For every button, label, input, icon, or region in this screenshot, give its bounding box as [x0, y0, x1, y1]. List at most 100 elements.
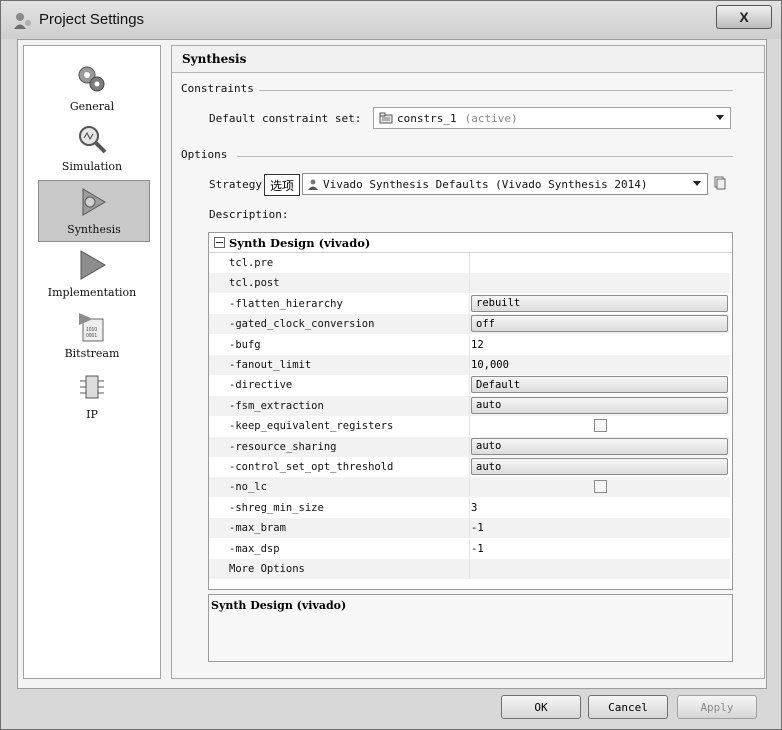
project-settings-window: Project Settings X General Simulation Sy… [0, 0, 782, 730]
option-value-text[interactable]: -1 [471, 522, 484, 534]
window-title: Project Settings [39, 11, 145, 28]
option-value-dropdown[interactable]: rebuilt [471, 294, 728, 312]
option-name: -bufg [229, 338, 261, 351]
table-row[interactable]: -resource_sharing auto [209, 436, 730, 457]
default-constraint-label: Default constraint set: [209, 112, 362, 125]
option-value-cell [469, 334, 730, 355]
option-value-cell [469, 253, 730, 273]
chevron-down-icon [693, 181, 701, 186]
table-row[interactable]: -no_lc [209, 477, 730, 498]
option-value-cell [469, 518, 730, 539]
constraint-set-status: (active) [464, 111, 518, 125]
sidebar-item-synthesis[interactable]: Synthesis [38, 180, 150, 242]
table-group-header[interactable]: Synth Design (vivado) [209, 233, 732, 253]
close-button[interactable]: X [716, 5, 772, 29]
sidebar-item-label: General [69, 100, 115, 113]
table-row[interactable]: -gated_clock_conversion off [209, 314, 730, 335]
option-name: -shreg_min_size [229, 501, 324, 514]
copy-strategy-icon[interactable] [714, 176, 726, 190]
option-value-dropdown[interactable]: Default [471, 376, 728, 394]
constraints-section-title: Constraints [181, 82, 254, 95]
table-row[interactable]: -max_dsp -1 [209, 538, 730, 559]
option-description-box: Synth Design (vivado) [208, 594, 733, 662]
option-value-text[interactable]: 3 [471, 502, 477, 514]
options-divider [237, 156, 733, 157]
sidebar-item-implementation[interactable]: Implementation [24, 244, 160, 299]
option-name: -control_set_opt_threshold [229, 461, 394, 473]
option-value-cell [469, 273, 730, 294]
option-name: -keep_equivalent_registers [229, 420, 394, 433]
sidebar-item-label: Simulation [61, 160, 123, 173]
option-name: -no_lc [229, 481, 267, 494]
options-section-title: Options [181, 148, 228, 161]
strategy-icon [308, 179, 318, 190]
constraint-set-dropdown[interactable]: constrs_1 (active) [373, 107, 731, 129]
sidebar-item-label: Synthesis [67, 223, 121, 236]
sidebar-item-general[interactable]: General [24, 58, 160, 113]
option-name: -max_bram [229, 522, 286, 535]
option-value-cell [469, 497, 730, 518]
option-value-text[interactable]: 12 [471, 339, 484, 351]
option-name: -flatten_hierarchy [229, 297, 343, 310]
option-name: -max_dsp [229, 542, 280, 555]
constraint-set-value: constrs_1 [397, 111, 457, 125]
cancel-button[interactable]: Cancel [588, 695, 668, 719]
table-row[interactable]: tcl.pre [209, 253, 730, 273]
constraints-divider [259, 90, 733, 91]
option-name: -gated_clock_conversion [229, 318, 375, 331]
sidebar-item-ip[interactable]: IP [24, 366, 160, 421]
option-value-text[interactable]: 10,000 [471, 359, 509, 371]
strategy-dropdown[interactable]: Vivado Synthesis Defaults (Vivado Synthe… [302, 173, 708, 195]
option-name: tcl.pre [229, 257, 274, 269]
table-row[interactable]: -fsm_extraction auto [209, 395, 730, 416]
collapse-icon[interactable] [214, 237, 225, 248]
table-row[interactable]: -shreg_min_size 3 [209, 497, 730, 518]
sidebar-item-label: IP [86, 408, 98, 421]
chevron-down-icon [716, 115, 724, 120]
strategy-annotation-tag: 选项 [264, 174, 300, 196]
strategy-label: Strategy [209, 178, 262, 191]
option-value-cell [469, 559, 730, 579]
table-group-title: Synth Design (vivado) [229, 235, 371, 250]
apply-button[interactable]: Apply [677, 695, 757, 719]
ip-chip-icon [80, 375, 104, 399]
table-row[interactable]: -directive Default [209, 375, 730, 396]
table-row[interactable]: -max_bram -1 [209, 518, 730, 539]
folder-icon [379, 112, 393, 124]
table-row[interactable]: More Options [209, 559, 730, 579]
project-settings-icon [14, 13, 31, 29]
svg-text:0001: 0001 [86, 333, 97, 339]
option-name: -resource_sharing [229, 440, 337, 453]
option-name: -fsm_extraction [229, 399, 324, 412]
option-name: More Options [229, 563, 305, 575]
title-bar[interactable]: Project Settings X [1, 1, 781, 39]
option-value-cell [469, 538, 730, 559]
option-name: tcl.post [229, 277, 280, 290]
option-checkbox[interactable] [594, 419, 607, 433]
option-value-text[interactable]: -1 [471, 543, 484, 555]
magnifier-icon [79, 126, 107, 154]
sidebar-item-bitstream[interactable]: 1010 0001 Bitstream [24, 305, 160, 360]
ok-button[interactable]: OK [501, 695, 581, 719]
option-checkbox[interactable] [594, 480, 607, 494]
play-arrow-icon [80, 250, 106, 280]
option-value-dropdown[interactable]: off [471, 315, 728, 333]
synthesis-icon [82, 188, 106, 216]
option-description-text: Synth Design (vivado) [211, 599, 347, 612]
table-row[interactable]: tcl.post [209, 273, 730, 294]
general-icon [78, 66, 105, 92]
option-value-dropdown[interactable]: auto [471, 396, 728, 414]
table-row[interactable]: -flatten_hierarchy rebuilt [209, 293, 730, 314]
option-value-dropdown[interactable]: auto [471, 458, 728, 475]
table-row[interactable]: -bufg 12 [209, 334, 730, 355]
option-name: -directive [229, 379, 293, 392]
table-row[interactable]: -keep_equivalent_registers [209, 416, 730, 437]
table-row[interactable]: -fanout_limit 10,000 [209, 355, 730, 375]
option-value-dropdown[interactable]: auto [471, 437, 728, 455]
panel-header: Synthesis [172, 46, 764, 73]
bitstream-icon: 1010 0001 [79, 313, 104, 342]
description-label: Description: [209, 208, 289, 221]
sidebar-item-simulation[interactable]: Simulation [24, 118, 160, 173]
option-name: -fanout_limit [229, 359, 312, 371]
table-row[interactable]: -control_set_opt_threshold auto [209, 457, 730, 477]
